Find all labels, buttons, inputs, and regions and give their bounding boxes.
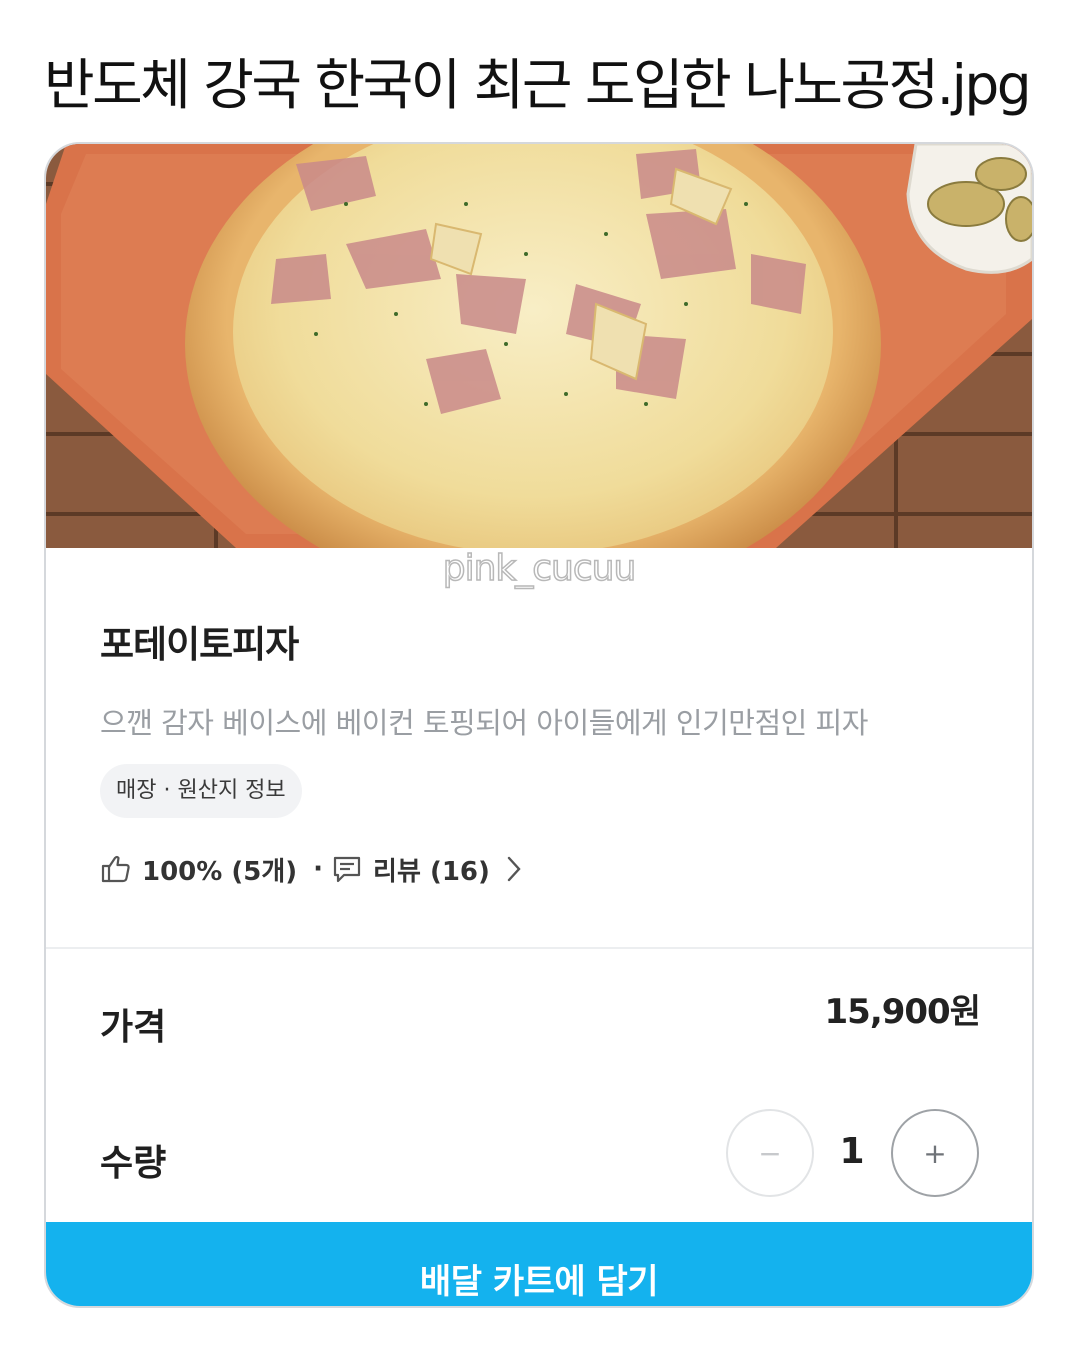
section-divider [46, 947, 1032, 949]
minus-icon: − [758, 1136, 782, 1170]
separator-dot: · [313, 854, 324, 884]
watermark: pink_cucuu [442, 547, 637, 590]
post-title: 반도체 강국 한국이 최근 도입한 나노공정.jpg [44, 53, 1032, 117]
rating-review-row: 100% (5개) · 리뷰 (16) [100, 848, 530, 890]
product-name: 포테이토피자 [100, 623, 299, 666]
quantity-increase-button[interactable]: + [891, 1109, 979, 1197]
quantity-label: 수량 [100, 1143, 167, 1184]
plus-icon: + [923, 1136, 947, 1170]
review-icon[interactable] [331, 853, 363, 885]
quantity-value: 1 [839, 1131, 865, 1172]
price-label: 가격 [100, 1007, 167, 1048]
add-to-cart-button[interactable]: 배달 카트에 담기 [46, 1222, 1032, 1306]
origin-info-chip[interactable]: 매장 · 원산지 정보 [100, 764, 302, 818]
like-percent: 100% (5개) [142, 856, 298, 887]
thumbs-up-icon [100, 853, 132, 885]
chevron-right-icon[interactable] [498, 853, 530, 885]
quantity-decrease-button[interactable]: − [726, 1109, 814, 1197]
product-card: pink_cucuu 포테이토피자 으깬 감자 베이스에 베이컨 토핑되어 아이… [44, 142, 1034, 1308]
price-value: 15,900원 [824, 992, 981, 1032]
pizza-photo [46, 144, 1032, 548]
review-link[interactable]: 리뷰 (16) [373, 851, 490, 888]
product-description: 으깬 감자 베이스에 베이컨 토핑되어 아이들에게 인기만점인 피자 [100, 706, 868, 740]
